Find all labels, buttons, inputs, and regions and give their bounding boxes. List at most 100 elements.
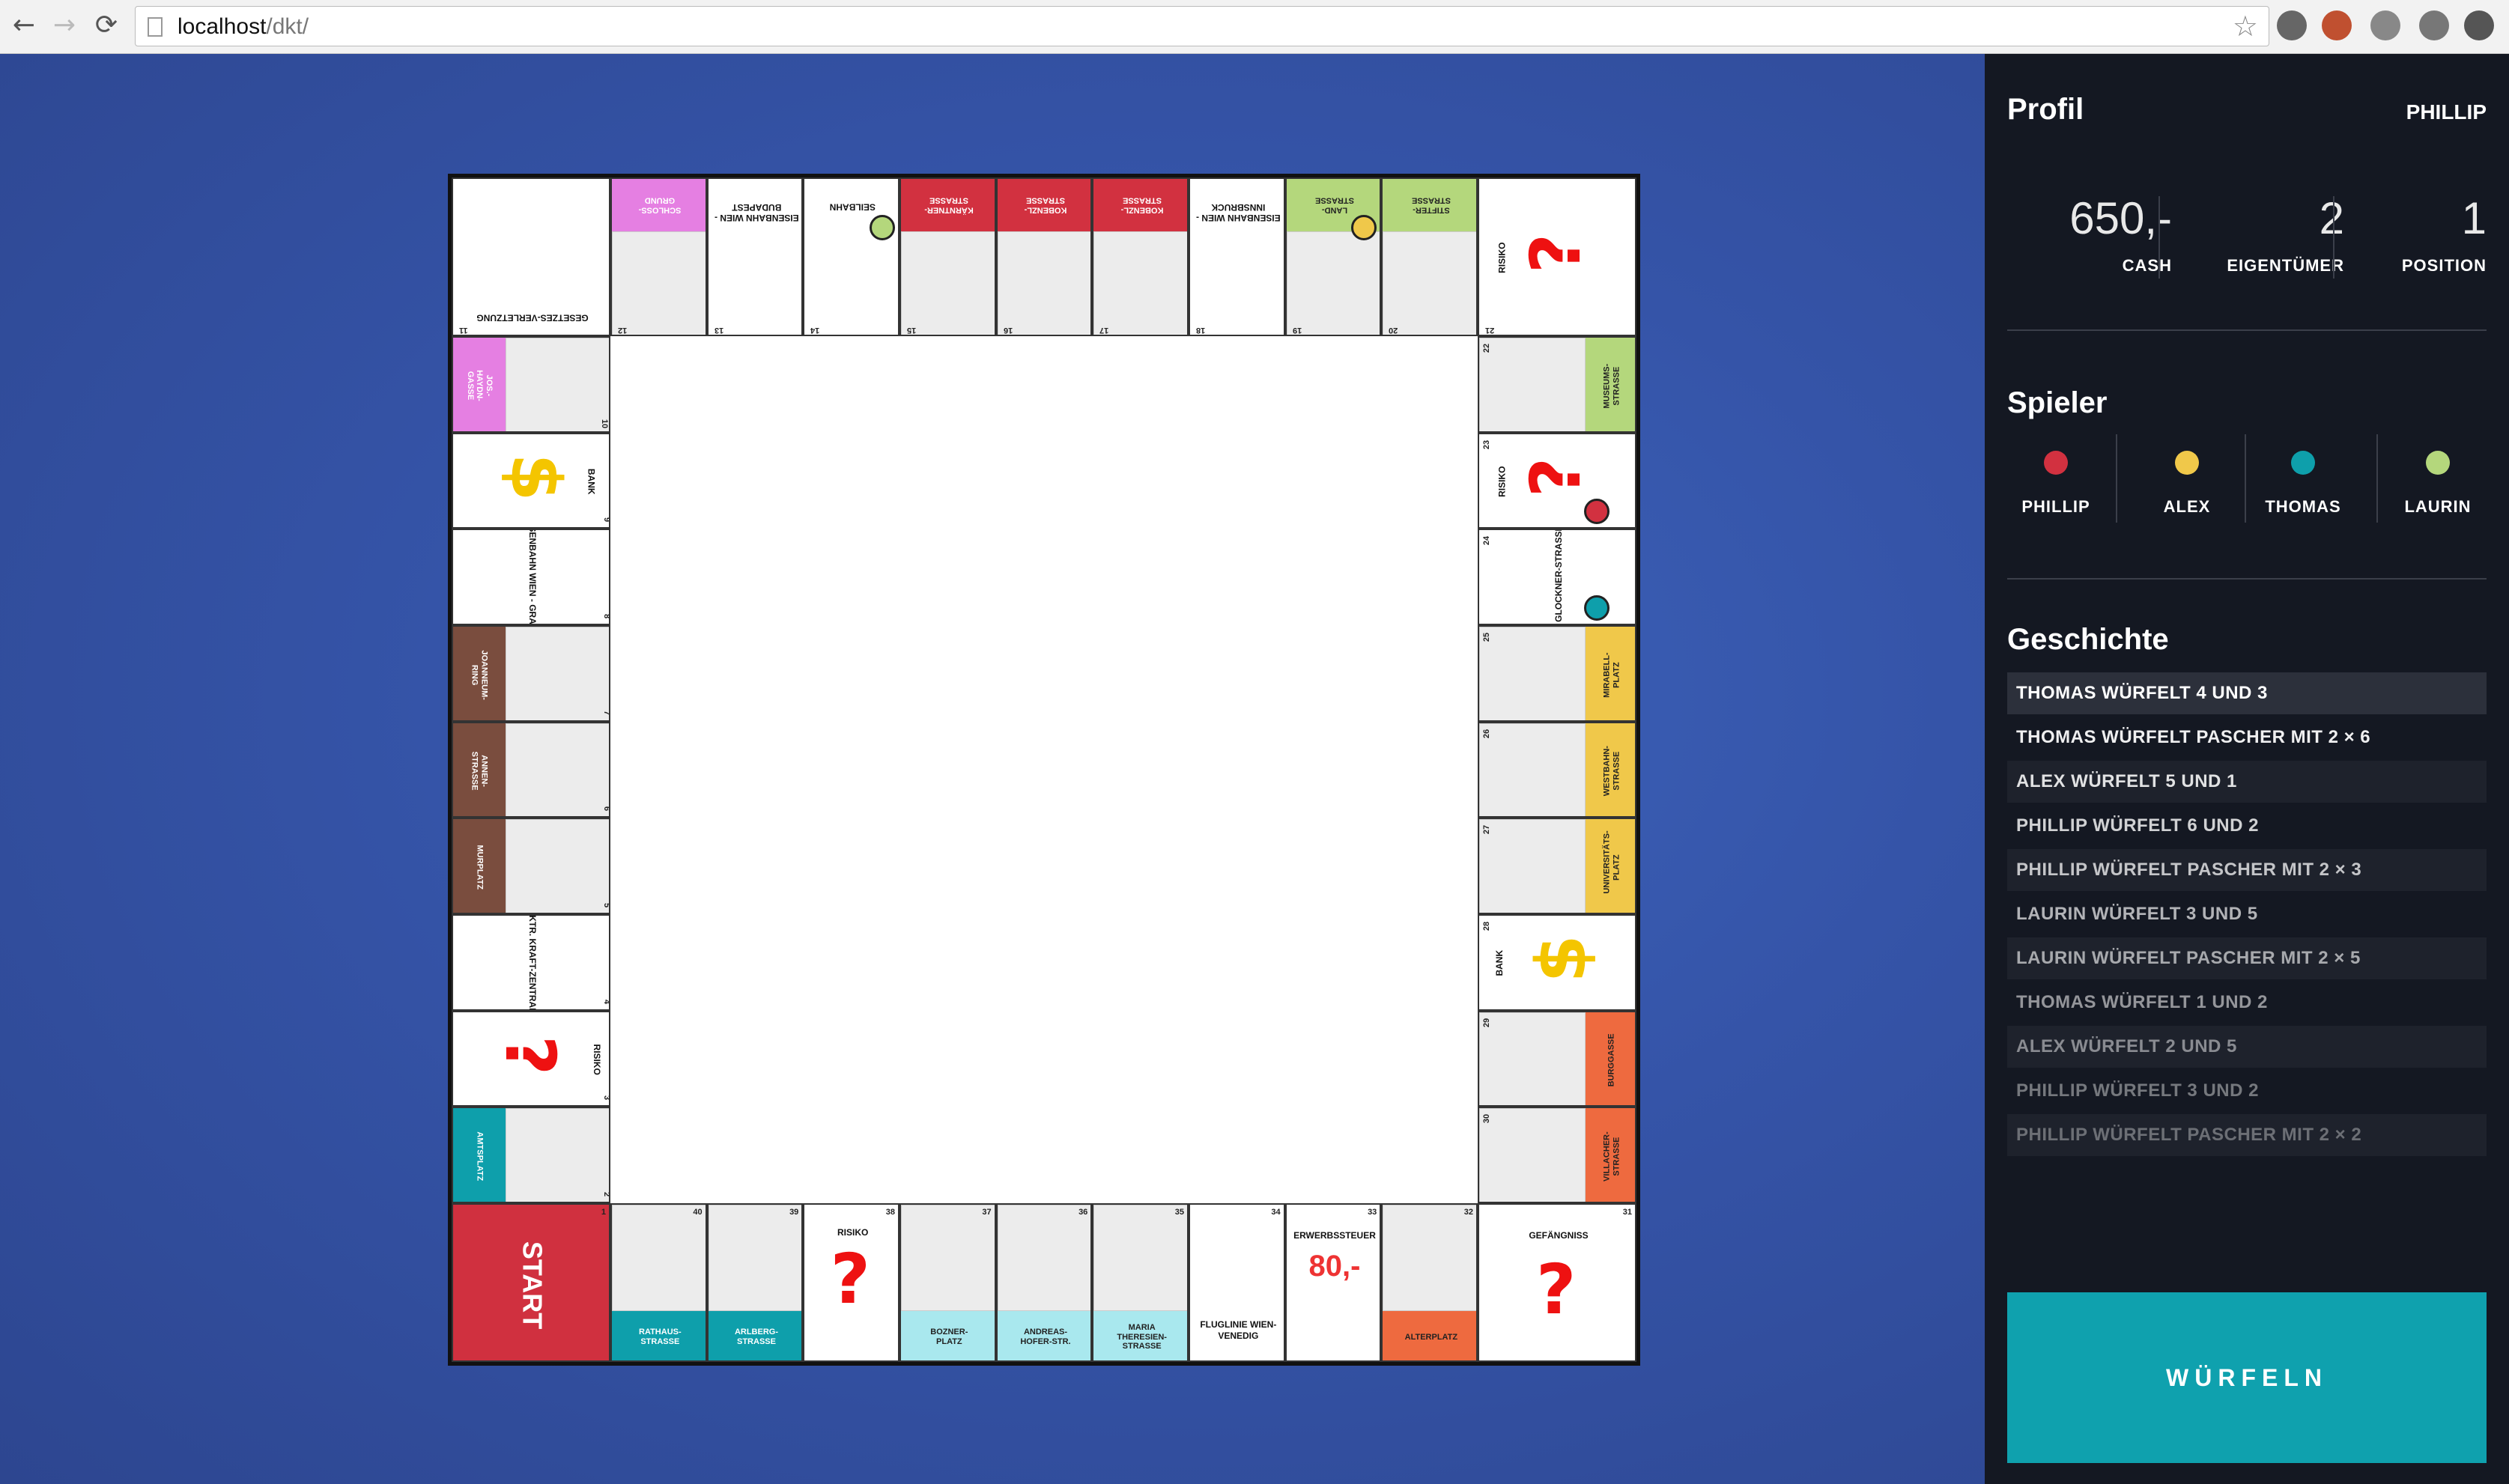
field-number: 20 <box>1389 326 1398 335</box>
stat-owner: 2 EIGENTÜMER <box>2179 196 2344 276</box>
board-field-universitäts-platz[interactable]: UNIVERSITÄTS-PLATZ 27 <box>1478 818 1636 914</box>
url-text[interactable]: localhost/dkt/ <box>178 14 309 40</box>
board-field-kobenzl-strasse[interactable]: KOBENZL-STRASSE 16 <box>995 177 1093 336</box>
field-number: 6 <box>601 806 610 812</box>
corner-label: GESETZES-VERLETZUNG <box>476 312 589 323</box>
field-number: 40 <box>693 1208 703 1217</box>
cell-content: ALTERPLATZ 32 <box>1383 1205 1476 1360</box>
board-field-annen-strasse[interactable]: ANNEN-STRASSE 6 <box>452 721 610 818</box>
street-name: MIRABELL-PLATZ <box>1602 652 1621 698</box>
field-number: 38 <box>885 1208 895 1217</box>
board-field-maria-theresien-strasse[interactable]: MARIA THERESIEN-STRASSE 35 <box>1092 1203 1189 1362</box>
street-name: MARIA THERESIEN-STRASSE <box>1117 1323 1167 1351</box>
profile-title: Profil <box>2007 93 2084 126</box>
board-field-elektr-kraft-zentrale[interactable]: ELEKTR. KRAFT-ZENTRALE 4 <box>452 914 610 1011</box>
board-field-fluglinie-wien-venedig[interactable]: FLUGLINIE WIEN-VENEDIG 34 <box>1189 1203 1285 1362</box>
bank-dollar-icon: $ <box>495 453 576 502</box>
board-field-eisenbahn-wien-budapest[interactable]: EISENBAHN WIEN - BUDAPEST 13 <box>706 177 804 336</box>
field-number: 7 <box>601 710 610 715</box>
board-field-seilbahn[interactable]: SEILBAHN 14 <box>803 177 899 336</box>
property-slot <box>1479 1108 1586 1202</box>
board-field-mirabell-platz[interactable]: MIRABELL-PLATZ 25 <box>1478 625 1636 722</box>
extension-icon-ublock[interactable] <box>2419 10 2449 40</box>
board-field-gefängniss[interactable]: GEFÄNGNISS? 31 <box>1478 1203 1636 1362</box>
extension-icon-rocket[interactable] <box>2322 10 2352 40</box>
field-number: 34 <box>1271 1208 1281 1217</box>
field-number: 22 <box>1482 343 1492 353</box>
tax-price: 80,- <box>1308 1250 1361 1283</box>
board-field-murplatz[interactable]: MURPLATZ 5 <box>452 818 610 914</box>
street-name: JOANNEUM-RING <box>470 650 489 700</box>
board-field-joanneum-ring[interactable]: JOANNEUM-RING 7 <box>452 625 610 722</box>
owner-label: EIGENTÜMER <box>2227 256 2344 275</box>
reload-icon[interactable]: ⟳ <box>90 9 123 42</box>
cell-content: GEFÄNGNISS? 31 <box>1479 1205 1635 1360</box>
field-number: 5 <box>601 902 610 908</box>
board-field-glockner-strasse[interactable]: GLOCKNER-STRASSE 24 <box>1478 529 1636 625</box>
extension-icon-globe[interactable] <box>2464 10 2494 40</box>
cell-content: EISENBAHN WIEN - INNSBRUCK 18 <box>1190 179 1284 335</box>
board-field-burggasse[interactable]: BURGGASSE 29 <box>1478 1010 1636 1107</box>
street-color-stripe: KÄRNTNER-STRASSE <box>901 179 995 231</box>
board-field-bank[interactable]: $ BANK 28 <box>1478 914 1636 1011</box>
board-field-westbahn-strasse[interactable]: WESTBAHN-STRASSE 26 <box>1478 721 1636 818</box>
board-field-alterplatz[interactable]: ALTERPLATZ 32 <box>1381 1203 1478 1362</box>
street-color-stripe: BURGGASSE <box>1586 1012 1635 1106</box>
board-field-kobenzl-strasse[interactable]: KOBENZL-STRASSE 17 <box>1092 177 1189 336</box>
property-slot <box>901 1205 995 1311</box>
board-field-risiko[interactable]: ? RISIKO 3 <box>452 1010 610 1107</box>
field-number: 21 <box>1485 326 1495 335</box>
field-number: 24 <box>1482 536 1492 546</box>
board-field-land-strasse[interactable]: LAND-STRASSE 19 <box>1284 177 1382 336</box>
board-field-start[interactable]: START 1 <box>452 1203 610 1362</box>
extension-icon-ghost[interactable] <box>2277 10 2307 40</box>
url-path: /dkt/ <box>266 14 309 39</box>
address-bar[interactable]: localhost/dkt/ ☆ <box>135 6 2269 46</box>
cell-content: ERWERBSSTEUER 80,- 33 <box>1287 1205 1380 1360</box>
board-field-gesetzes-verletzung[interactable]: GESETZES-VERLETZUNG 11 <box>452 177 610 336</box>
property-slot <box>997 231 1091 335</box>
board-field-arlberg-strasse[interactable]: ARLBERG-STRASSE 39 <box>706 1203 804 1362</box>
board-field-rathaus-strasse[interactable]: RATHAUS-STRASSE 40 <box>610 1203 707 1362</box>
board-field-villacher-strasse[interactable]: VILLACHER-STRASSE 30 <box>1478 1107 1636 1203</box>
board-field-kärntner-strasse[interactable]: KÄRNTNER-STRASSE 15 <box>899 177 996 336</box>
board-field-risiko[interactable]: ? RISIKO 38 <box>803 1203 899 1362</box>
field-number: 10 <box>599 419 609 428</box>
profile-name: PHILLIP <box>2406 100 2487 124</box>
board-field-bozner-platz[interactable]: BOZNER-PLATZ 37 <box>899 1203 996 1362</box>
board-field-risiko[interactable]: ? RISIKO 23 <box>1478 432 1636 529</box>
jail-label: GEFÄNGNISS <box>1529 1230 1589 1241</box>
street-color-stripe: STIFTER-STRASSE <box>1383 179 1476 231</box>
board-field-stifter-strasse[interactable]: STIFTER-STRASSE 20 <box>1381 177 1478 336</box>
back-icon[interactable]: ← <box>7 9 40 42</box>
board-field-bank[interactable]: $ BANK 9 <box>452 432 610 529</box>
board-field-erwerbssteuer[interactable]: ERWERBSSTEUER 80,- 33 <box>1284 1203 1382 1362</box>
street-name: SCHLOSS-GRUND <box>638 196 682 215</box>
extension-icon-shield[interactable] <box>2370 10 2400 40</box>
forward-icon[interactable]: → <box>48 9 81 42</box>
history-entry: ALEX WÜRFELT 5 UND 1 <box>2007 761 2487 803</box>
field-number: 36 <box>1078 1208 1088 1217</box>
street-color-stripe: VILLACHER-STRASSE <box>1586 1108 1635 1202</box>
board-field-schloss-grund[interactable]: SCHLOSS-GRUND 12 <box>610 177 707 336</box>
history-entry: PHILLIP WÜRFELT 6 UND 2 <box>2016 815 2259 836</box>
street-name: KOBENZL-STRASSE <box>1024 196 1067 215</box>
board-field-museums-strasse[interactable]: MUSEUMS-STRASSE 22 <box>1478 336 1636 433</box>
property-slot <box>997 1205 1091 1311</box>
field-number: 37 <box>982 1208 992 1217</box>
board-field-eisenbahn-wien-graz[interactable]: EISENBAHN WIEN - GRAZ 8 <box>452 529 610 625</box>
board-field-jos-haydn-gasse[interactable]: JOS.-HAYDN-GASSE 10 <box>452 336 610 433</box>
board-field-amtsplatz[interactable]: AMTSPLATZ 2 <box>452 1107 610 1203</box>
property-slot <box>1383 231 1476 335</box>
street-name: RATHAUS-STRASSE <box>639 1328 682 1346</box>
board-field-andreas-hofer-str[interactable]: ANDREAS-HOFER-STR. 36 <box>995 1203 1093 1362</box>
field-number: 1 <box>601 1208 606 1217</box>
board-field-eisenbahn-wien-innsbruck[interactable]: EISENBAHN WIEN - INNSBRUCK 18 <box>1189 177 1285 336</box>
risk-question-icon: ? <box>490 1035 571 1076</box>
bank-label: BANK <box>586 468 597 495</box>
board-field-risiko[interactable]: ? RISIKO 21 <box>1478 177 1636 336</box>
bookmark-star-icon[interactable]: ☆ <box>2233 10 2258 43</box>
roll-dice-button[interactable]: WÜRFELN <box>2007 1292 2487 1463</box>
bank-label: BANK <box>1494 950 1505 976</box>
field-number: 23 <box>1482 440 1492 449</box>
